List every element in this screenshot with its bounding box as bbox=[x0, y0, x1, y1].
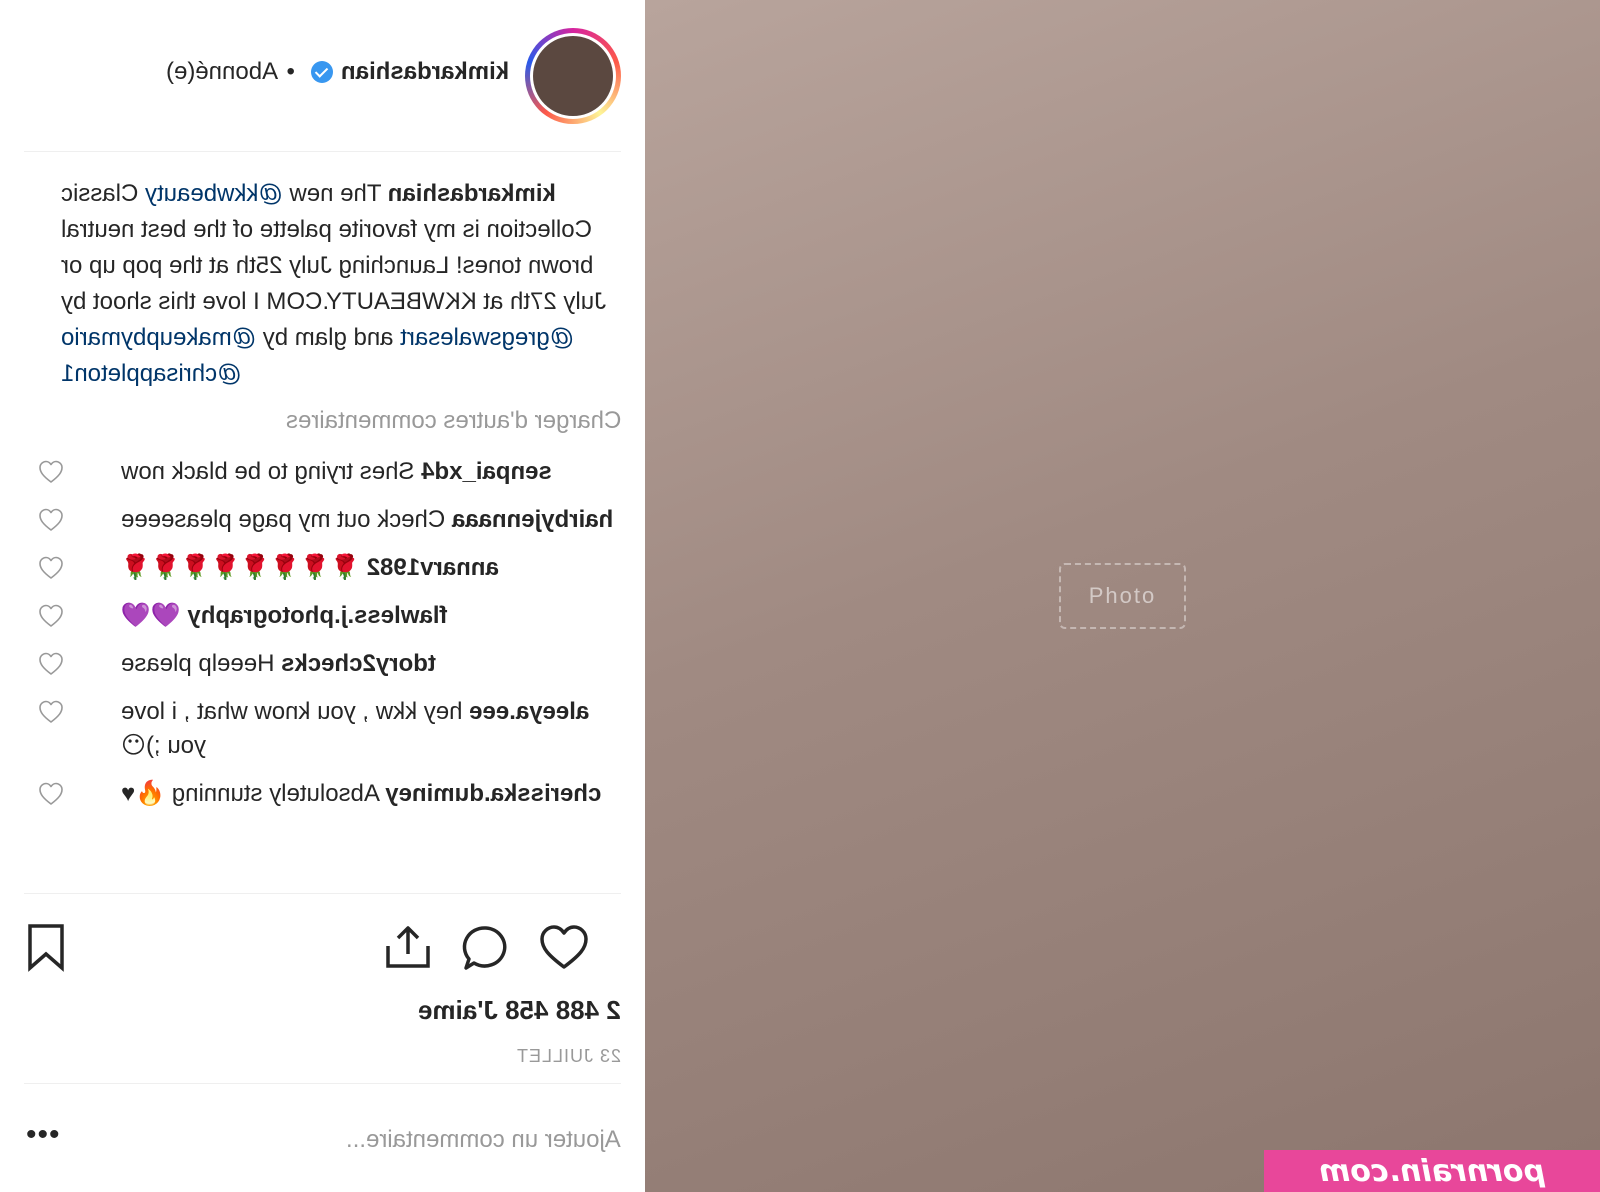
comment-list: senpai_xd4 Shes trying to be black now ha… bbox=[24, 455, 621, 825]
caption-mention[interactable]: @chrisappleton1 bbox=[61, 360, 241, 387]
follow-status[interactable]: Abonné(e) bbox=[166, 58, 278, 86]
comment-text: Heeelp please bbox=[121, 650, 282, 677]
comment-body: annarv1982 🌹🌹🌹🌹🌹🌹🌹🌹 bbox=[121, 551, 621, 585]
comment-row: flawless.j.photography 💜💜 bbox=[24, 599, 621, 633]
post-side-panel: kimkardashian • Abonné(e) kimkardashian … bbox=[0, 0, 645, 1192]
comment-text: Absolutely stunning 🔥♥ bbox=[121, 780, 386, 807]
like-heart-icon[interactable] bbox=[538, 922, 590, 974]
caption-mention[interactable]: @kkwbeauty bbox=[145, 180, 283, 207]
comment-body: aleeya.eee hey kkw , you know what , i l… bbox=[121, 695, 621, 763]
comment-body: flawless.j.photography 💜💜 bbox=[121, 599, 621, 633]
caption-mention[interactable]: @makeupbymario bbox=[61, 324, 256, 351]
comment-like-heart-icon[interactable] bbox=[38, 651, 64, 677]
post-header: kimkardashian • Abonné(e) bbox=[24, 0, 621, 152]
comment-username[interactable]: flawless.j.photography bbox=[187, 602, 447, 629]
comment-text: Check out my page pleaseeee bbox=[121, 506, 452, 533]
comment-row: cherisska.duminey Absolutely stunning 🔥♥ bbox=[24, 777, 621, 811]
bookmark-icon[interactable] bbox=[24, 922, 76, 974]
comment-username[interactable]: cherisska.duminey bbox=[385, 780, 601, 807]
share-icon[interactable] bbox=[382, 922, 434, 974]
comment-body: hairbyjennaaa Check out my page pleaseee… bbox=[121, 503, 621, 537]
comment-icon[interactable] bbox=[460, 922, 512, 974]
comment-like-heart-icon[interactable] bbox=[38, 603, 64, 629]
instagram-post-page: Photo pornrain.com kimkardashian • Abonn… bbox=[0, 0, 1600, 1192]
comment-like-heart-icon[interactable] bbox=[38, 459, 64, 485]
avatar-story-ring[interactable] bbox=[525, 28, 621, 124]
post-date: 23 JUILLET bbox=[515, 1046, 621, 1066]
comment-row: aleeya.eee hey kkw , you know what , i l… bbox=[24, 695, 621, 763]
header-text: kimkardashian • Abonné(e) bbox=[166, 58, 509, 86]
comment-username[interactable]: senpai_xd4 bbox=[421, 458, 552, 485]
comment-text: Shes trying to be black now bbox=[121, 458, 422, 485]
avatar-image bbox=[533, 36, 613, 116]
comment-username[interactable]: tdory2checks bbox=[281, 650, 436, 677]
add-comment-divider bbox=[24, 1083, 621, 1084]
header-separator: • bbox=[286, 58, 295, 85]
caption-username[interactable]: kimkardashian bbox=[388, 180, 556, 207]
comment-like-heart-icon[interactable] bbox=[38, 781, 64, 807]
actions-divider bbox=[24, 893, 621, 894]
comment-row: hairbyjennaaa Check out my page pleaseee… bbox=[24, 503, 621, 537]
comment-like-heart-icon[interactable] bbox=[38, 507, 64, 533]
comment-row: senpai_xd4 Shes trying to be black now bbox=[24, 455, 621, 489]
comment-like-heart-icon[interactable] bbox=[38, 555, 64, 581]
avatar bbox=[530, 33, 616, 119]
add-comment-input[interactable]: Ajouter un commentaire... bbox=[346, 1126, 621, 1154]
verified-badge-icon bbox=[310, 61, 333, 83]
comment-text: 🌹🌹🌹🌹🌹🌹🌹🌹 bbox=[121, 554, 367, 581]
load-more-comments-link[interactable]: Charger d'autres commentaires bbox=[286, 407, 621, 435]
comment-text: 💜💜 bbox=[121, 602, 188, 629]
comment-username[interactable]: hairbyjennaaa bbox=[452, 506, 613, 533]
comment-body: cherisska.duminey Absolutely stunning 🔥♥ bbox=[121, 777, 621, 811]
comment-body: senpai_xd4 Shes trying to be black now bbox=[121, 455, 621, 489]
header-username[interactable]: kimkardashian bbox=[341, 58, 509, 86]
watermark: pornrain.com bbox=[1264, 1150, 1600, 1192]
like-count[interactable]: 2 488 458 J'aime bbox=[418, 995, 621, 1026]
comment-username[interactable]: annarv1982 bbox=[367, 554, 499, 581]
caption-mention[interactable]: @gregswalesart bbox=[400, 324, 574, 351]
action-bar bbox=[24, 922, 621, 974]
photo-placeholder-label: Photo bbox=[1058, 563, 1187, 629]
post-photo[interactable]: Photo pornrain.com bbox=[645, 0, 1600, 1192]
comment-row: annarv1982 🌹🌹🌹🌹🌹🌹🌹🌹 bbox=[24, 551, 621, 585]
comment-username[interactable]: aleeya.eee bbox=[469, 698, 589, 725]
comment-body: tdory2checks Heeelp please bbox=[121, 647, 621, 681]
post-caption: kimkardashian The new @kkwbeauty Classic… bbox=[61, 180, 607, 387]
comment-row: tdory2checks Heeelp please bbox=[24, 647, 621, 681]
more-options-icon[interactable]: ••• bbox=[26, 1118, 61, 1152]
comment-like-heart-icon[interactable] bbox=[38, 699, 64, 725]
comment-text: hey kkw , you know what , i love you ;)😶 bbox=[121, 698, 470, 759]
